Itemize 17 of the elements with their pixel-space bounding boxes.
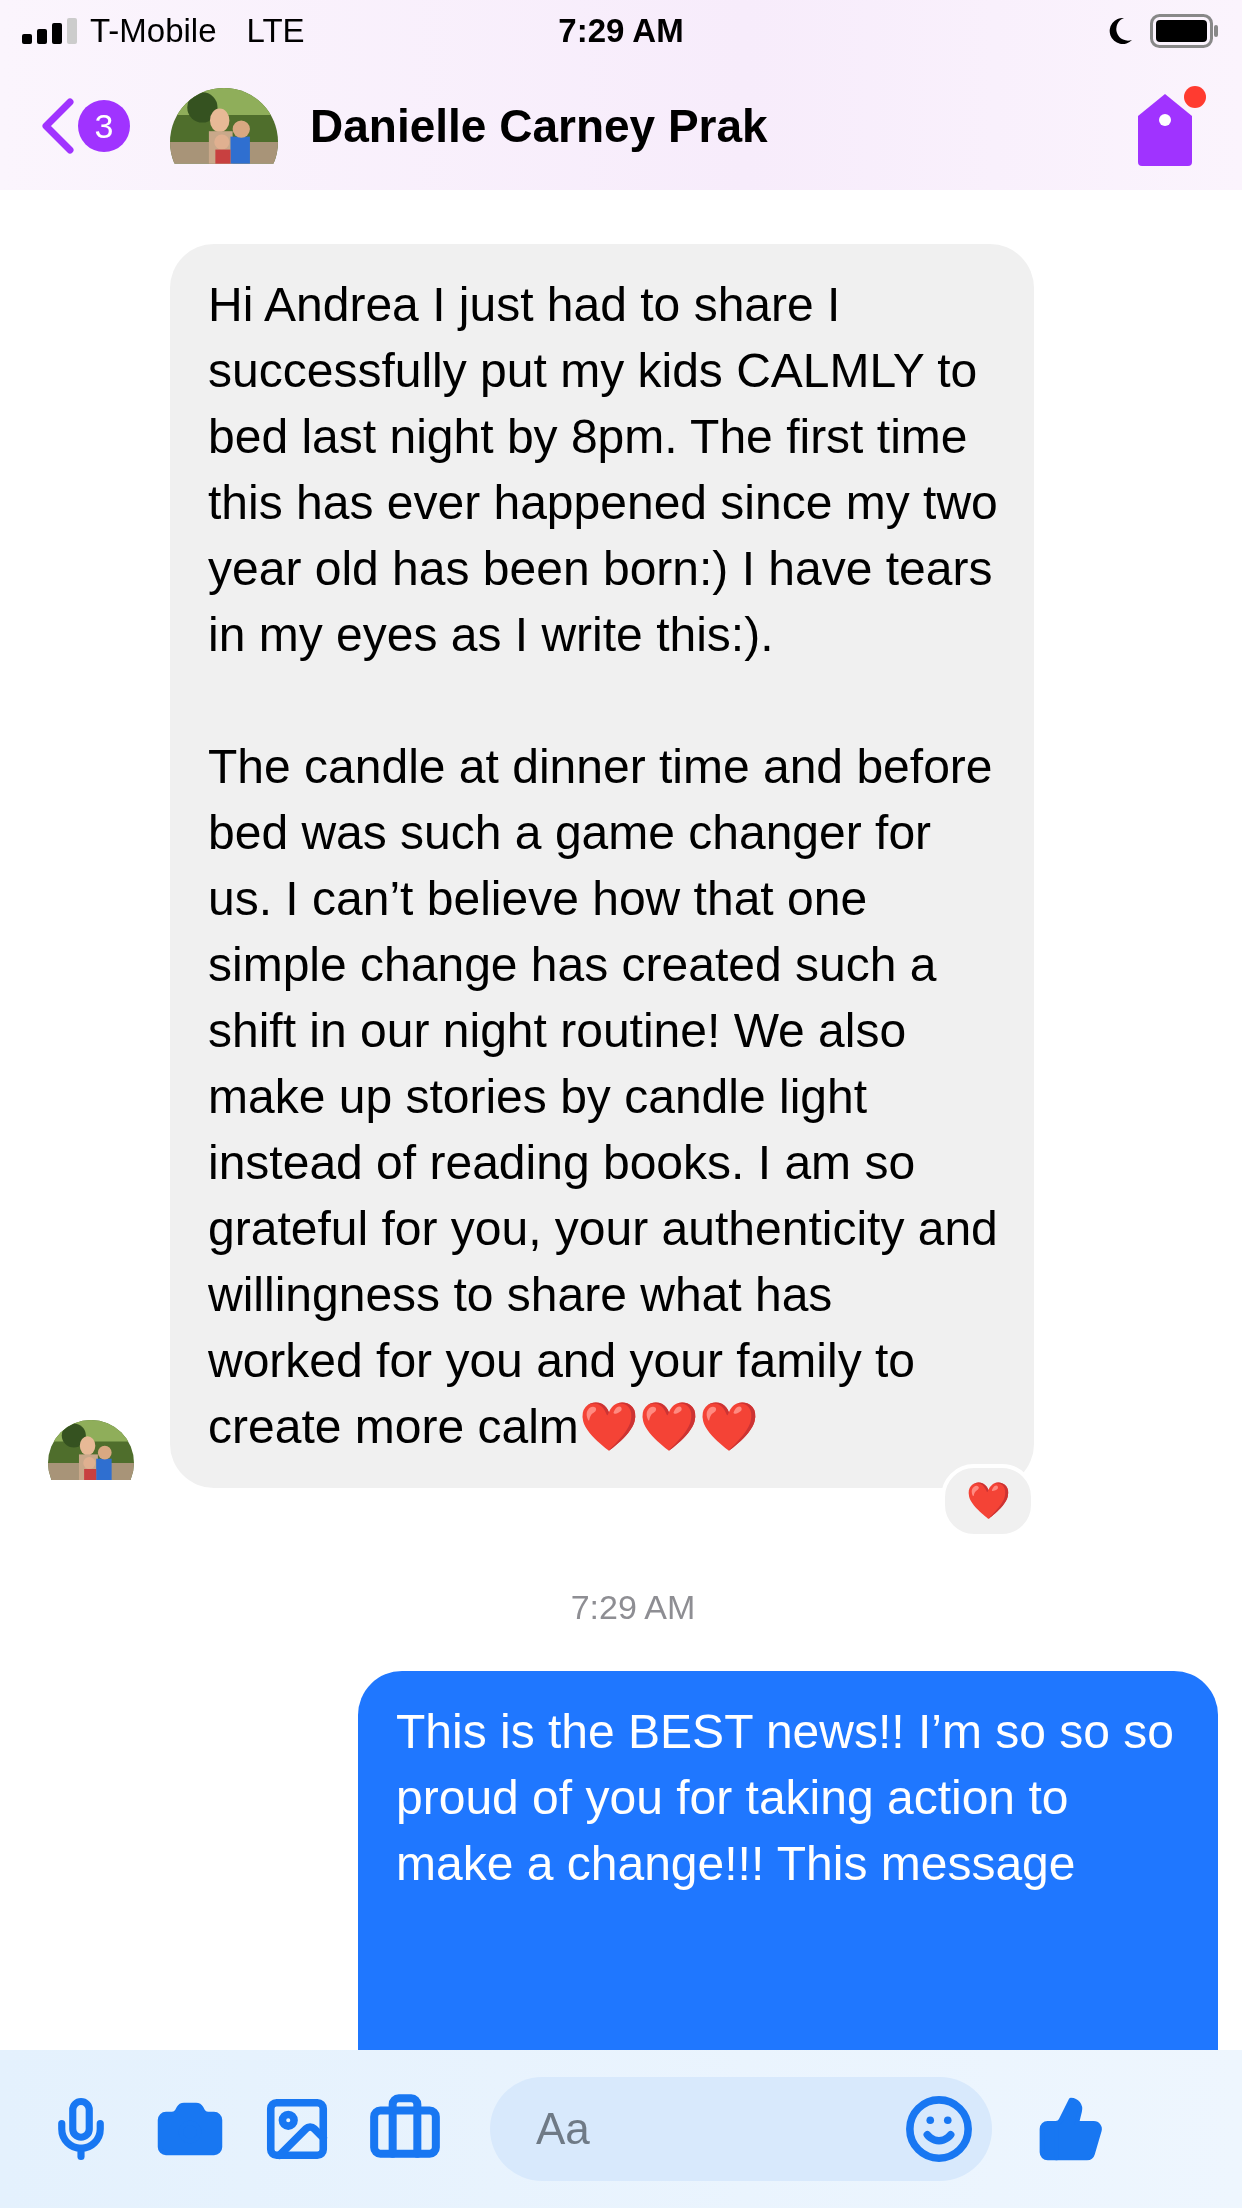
emoji-button[interactable] <box>904 2094 974 2164</box>
clock: 7:29 AM <box>558 12 684 50</box>
message-text: This is the BEST news!! I’m so so so proud of you for taking action to make a change!!! This message <box>396 1704 1176 1892</box>
unread-count: 3 <box>78 100 130 152</box>
message-text: Hi Andrea I just had to share I successfully put my kids CALMLY to bed last night by 8pm. The first time this has ever happened since my two year old has been born:) I have tears in my eyes as I write this:). <box>208 277 998 663</box>
network-type: LTE <box>246 12 305 50</box>
back-button[interactable]: 3 <box>40 98 130 154</box>
message-input[interactable]: Aa <box>534 2103 904 2155</box>
chevron-left-icon <box>40 98 74 154</box>
tag-icon[interactable] <box>1136 92 1194 168</box>
message-text: The candle at dinner time and before bed was such a game changer for us. I can’t believe how that one simple change has created such a shift in our night routine! We also make up stories by candle light instead of reading books. I am so grateful for you, your authenticity and willingness to share what has worked for you and your family to create more calm❤❤❤ <box>208 739 998 1455</box>
timestamp: 7:29 AM <box>569 1588 697 1627</box>
battery-icon <box>1150 14 1220 48</box>
carrier-name: T-Mobile <box>90 12 217 50</box>
contact-name: Danielle Carney Prak <box>310 99 768 153</box>
signal-icon <box>22 18 78 44</box>
message-field[interactable]: Aa <box>490 2077 992 2181</box>
